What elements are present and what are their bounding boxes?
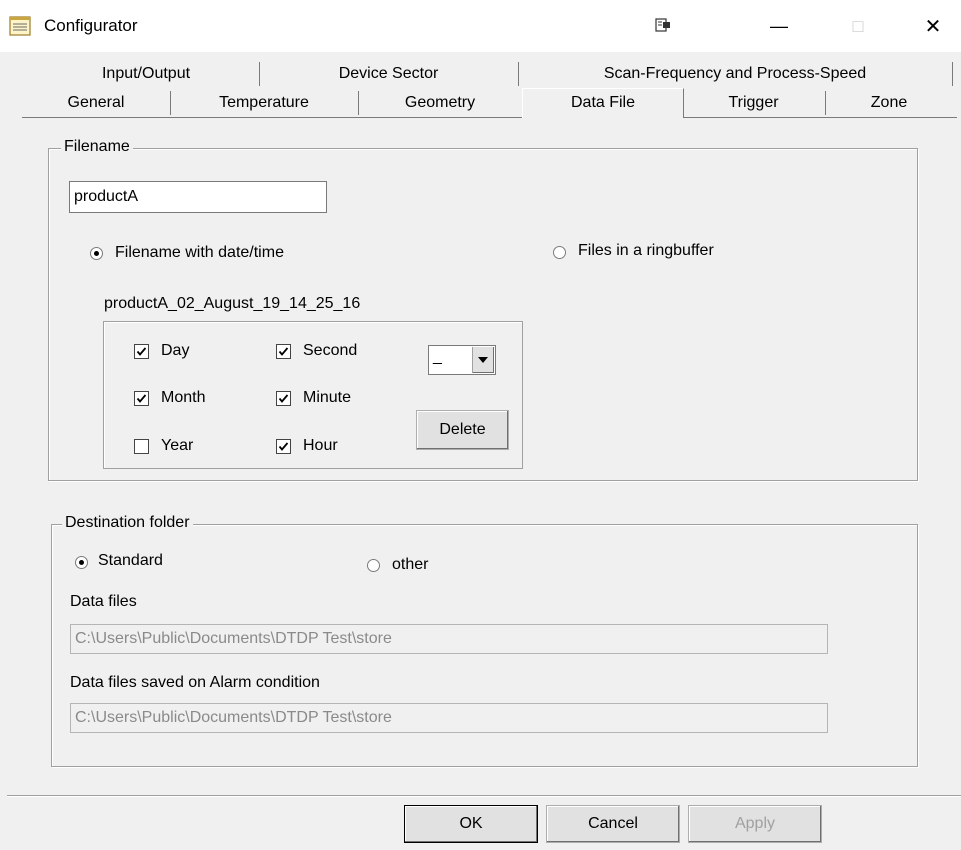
alarm-files-label: Data files saved on Alarm condition (70, 674, 320, 691)
day-checkbox[interactable] (134, 344, 149, 359)
ringbuffer-radio[interactable] (553, 246, 566, 259)
filename-preview: productA_02_August_19_14_25_16 (104, 295, 361, 312)
tab-zone[interactable]: Zone (825, 91, 953, 115)
ok-button[interactable]: OK (404, 805, 538, 843)
second-label[interactable]: Second (303, 342, 357, 360)
minute-label[interactable]: Minute (303, 389, 351, 407)
tab-row-1: Input/Output Device Sector Scan-Frequenc… (33, 62, 953, 88)
notepad-icon (9, 15, 31, 37)
other-radio[interactable] (367, 559, 380, 572)
data-files-path-input (70, 624, 828, 654)
filename-datetime-radio[interactable] (90, 247, 103, 260)
destination-folder-label: Destination folder (62, 514, 193, 532)
minute-checkbox[interactable] (276, 391, 291, 406)
standard-radio[interactable] (75, 556, 88, 569)
tab-input-output[interactable]: Input/Output (33, 62, 260, 86)
filename-group-label: Filename (61, 138, 133, 156)
close-icon: ✕ (924, 15, 942, 38)
alarm-files-path-input (70, 703, 828, 733)
tab-geometry[interactable]: Geometry (358, 91, 522, 115)
ringbuffer-label[interactable]: Files in a ringbuffer (578, 242, 714, 260)
delete-button[interactable]: Delete (416, 410, 509, 450)
tab-panel-border (22, 117, 522, 118)
checkmark-icon (136, 347, 147, 356)
separator-value: _ (433, 348, 442, 365)
hour-checkbox[interactable] (276, 439, 291, 454)
tab-scan-frequency[interactable]: Scan-Frequency and Process-Speed (518, 62, 953, 86)
minimize-icon: — (770, 15, 788, 36)
apply-button[interactable]: Apply (688, 805, 822, 843)
tab-temperature[interactable]: Temperature (170, 91, 359, 115)
checkmark-icon (278, 394, 289, 403)
pin-icon[interactable] (654, 16, 672, 34)
maximize-button[interactable]: □ (828, 0, 888, 52)
tab-panel-border (683, 117, 957, 118)
minimize-button[interactable]: — (749, 0, 809, 52)
day-label[interactable]: Day (161, 342, 189, 360)
maximize-icon: □ (852, 15, 864, 36)
hour-label[interactable]: Hour (303, 437, 338, 455)
year-label[interactable]: Year (161, 437, 193, 455)
checkmark-icon (136, 394, 147, 403)
data-files-label: Data files (70, 593, 137, 610)
filename-input[interactable] (69, 181, 327, 213)
checkmark-icon (278, 347, 289, 356)
other-label[interactable]: other (392, 556, 428, 574)
close-button[interactable]: ✕ (903, 0, 961, 52)
checkmark-icon (278, 442, 289, 451)
second-checkbox[interactable] (276, 344, 291, 359)
footer-divider (7, 795, 961, 796)
separator-select[interactable]: _ (428, 345, 496, 375)
window-title: Configurator (44, 16, 138, 35)
standard-label[interactable]: Standard (98, 552, 163, 570)
month-label[interactable]: Month (161, 389, 205, 407)
cancel-button[interactable]: Cancel (546, 805, 680, 843)
month-checkbox[interactable] (134, 391, 149, 406)
tab-data-file[interactable]: Data File (522, 88, 684, 118)
tab-row-2: General Temperature Geometry Data File T… (22, 88, 957, 118)
tab-general[interactable]: General (22, 91, 171, 115)
title-bar: Configurator — □ ✕ (0, 0, 961, 52)
filename-datetime-label[interactable]: Filename with date/time (115, 244, 284, 262)
year-checkbox[interactable] (134, 439, 149, 454)
tab-trigger[interactable]: Trigger (682, 91, 826, 115)
dropdown-arrow-icon[interactable] (472, 347, 494, 373)
tab-device-sector[interactable]: Device Sector (259, 62, 519, 86)
